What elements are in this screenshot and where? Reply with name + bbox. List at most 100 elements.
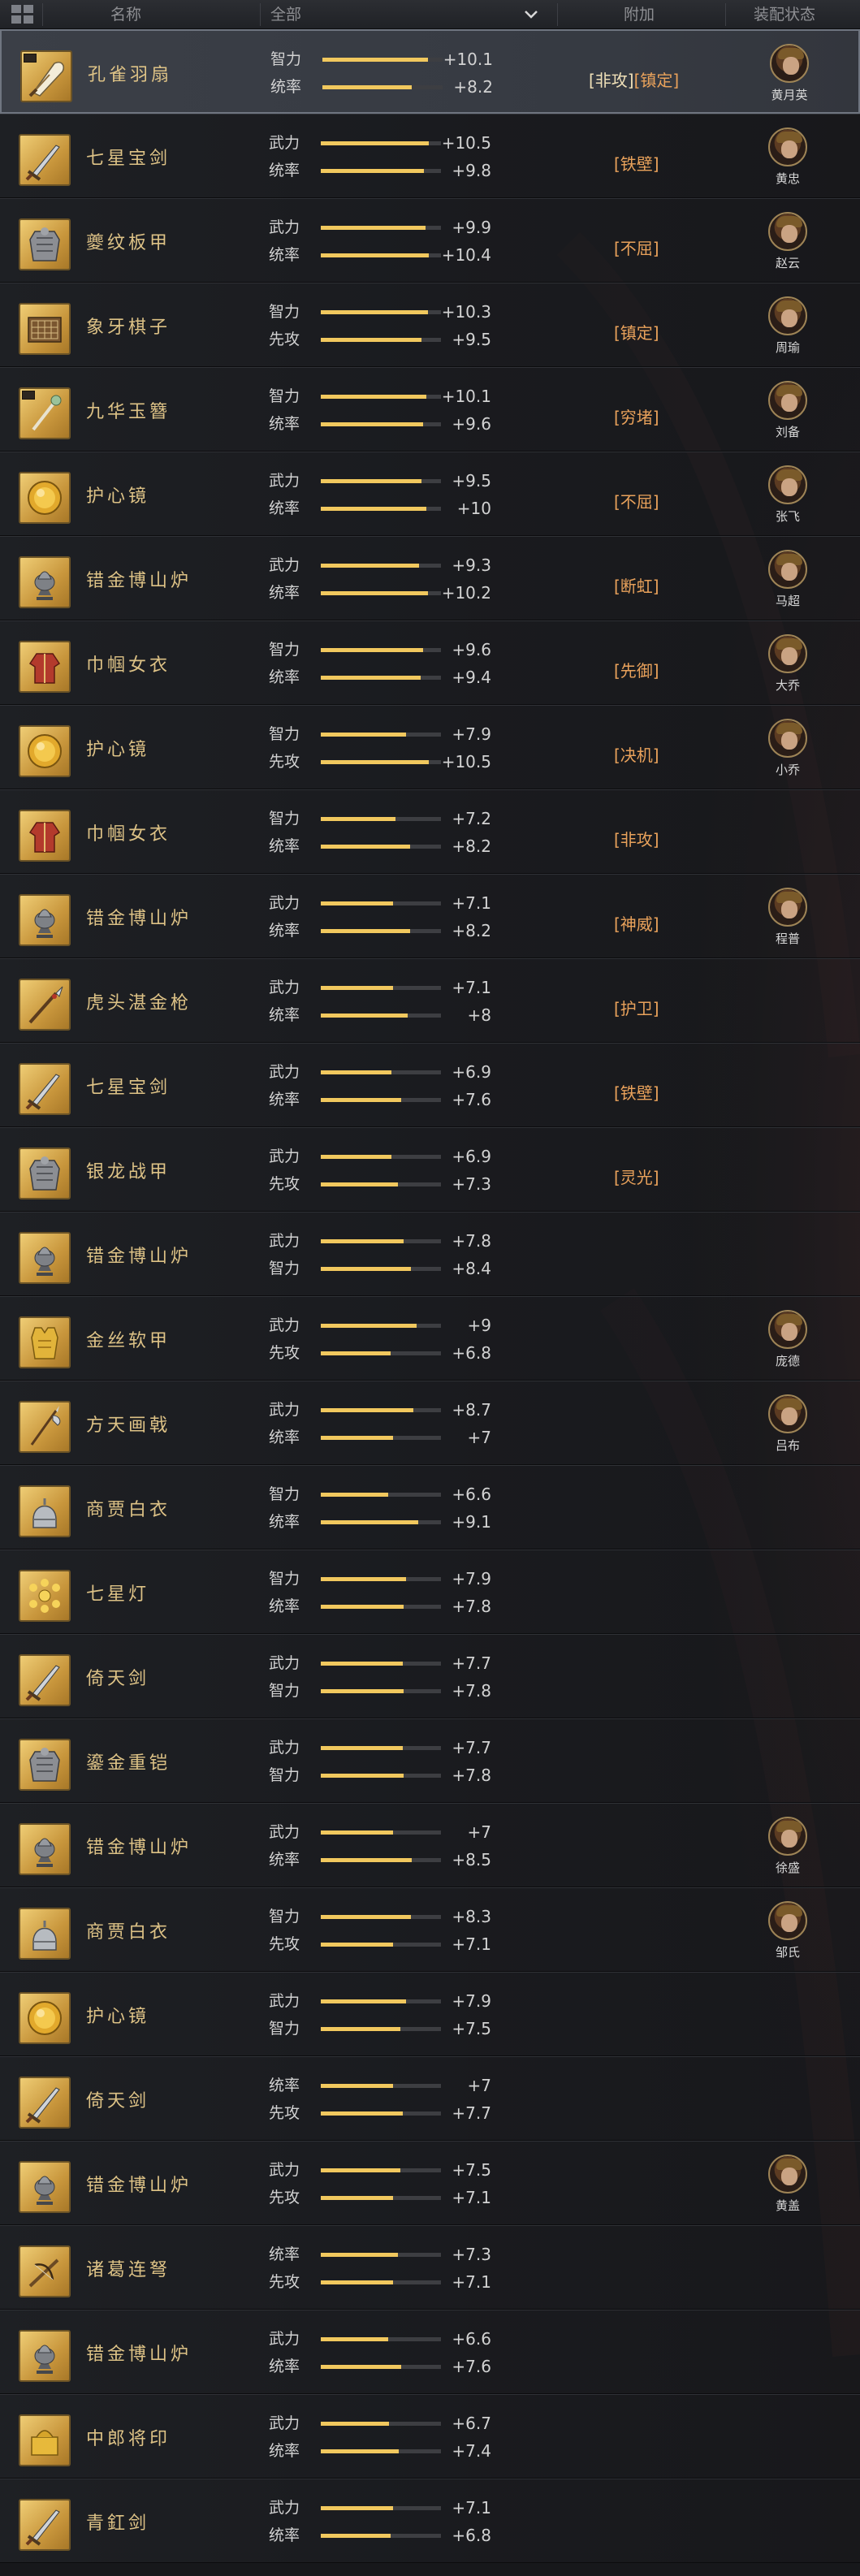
equipment-row[interactable]: 孔雀羽扇 智力 +10.1 统率 +8.2 [非攻][镇定] 黄月英	[0, 29, 860, 114]
equipment-row[interactable]: 商贾白衣 智力 +6.6 统率 +9.1	[0, 1465, 860, 1549]
equipment-row[interactable]: 倚天剑 武力 +7.7 智力 +7.8	[0, 1634, 860, 1718]
stat-value: +9.6	[452, 414, 491, 434]
stat-bar-fill	[321, 817, 395, 821]
stat-line: 统率 +8	[269, 1001, 512, 1029]
stat-value: +10.2	[441, 583, 491, 603]
equipment-row[interactable]: 虎头湛金枪 武力 +7.1 统率 +8 [护卫]	[0, 958, 860, 1043]
equipment-row[interactable]: 错金博山炉 武力 +7 统率 +8.5 徐盛	[0, 1803, 860, 1887]
chevron-down-icon[interactable]	[523, 7, 539, 22]
equipped-general[interactable]: 赵云	[765, 210, 810, 274]
equipment-row[interactable]: 护心镜 武力 +9.5 统率 +10 [不屈] 张飞	[0, 452, 860, 536]
stat-bar-fill	[321, 2506, 393, 2510]
equipment-row[interactable]: 中郎将印 武力 +6.7 统率 +7.4	[0, 2394, 860, 2479]
name-column-header[interactable]: 名称	[110, 0, 141, 29]
equipment-row[interactable]: 商贾白衣 智力 +8.3 先攻 +7.1 邹氏	[0, 1887, 860, 1972]
stat-line: 智力 +7.2	[269, 805, 512, 832]
stat-bar-fill	[321, 1774, 404, 1778]
equipped-general[interactable]: 黄盖	[765, 2153, 810, 2216]
extra-tag: [先御]	[614, 661, 659, 681]
equipment-row[interactable]: 错金博山炉 武力 +9.3 统率 +10.2 [断虹] 马超	[0, 536, 860, 620]
item-name: 错金博山炉	[86, 1838, 192, 1858]
stat-bar-fill	[321, 1408, 413, 1412]
stat-label: 统率	[269, 1006, 300, 1024]
equipment-row[interactable]: 巾帼女衣 智力 +7.2 统率 +8.2 [非攻]	[0, 789, 860, 874]
stat-value: +8.4	[452, 1259, 491, 1278]
stat-label: 武力	[269, 1823, 300, 1841]
stat-line: 先攻 +7.1	[269, 1930, 512, 1958]
stat-label: 智力	[269, 1908, 300, 1926]
equipped-general[interactable]: 邹氏	[765, 1900, 810, 1963]
stat-value: +6.8	[452, 1343, 491, 1363]
equipment-row[interactable]: 诸葛连弩 统率 +7.3 先攻 +7.1	[0, 2225, 860, 2310]
equipment-row[interactable]: 青釭剑 武力 +7.1 统率 +6.8	[0, 2479, 860, 2563]
equipment-row[interactable]: 七星灯 智力 +7.9 统率 +7.8	[0, 1549, 860, 1634]
robe-icon	[19, 810, 71, 862]
stat-bar-fill	[321, 1943, 393, 1947]
stat-bar	[321, 2449, 441, 2453]
equipment-row[interactable]: 七星宝剑 武力 +10.5 统率 +9.8 [铁壁] 黄忠	[0, 114, 860, 198]
equipment-row[interactable]: 方天画戟 武力 +8.7 统率 +7 吕布	[0, 1381, 860, 1465]
equipped-general[interactable]: 黄月英	[767, 42, 812, 106]
equipment-row[interactable]: 夔纹板甲 武力 +9.9 统率 +10.4 [不屈] 赵云	[0, 198, 860, 283]
extra-column-header: 附加	[624, 6, 655, 24]
extra-bonus: [铁壁]	[614, 1081, 659, 1105]
equipped-general[interactable]: 刘备	[765, 379, 810, 443]
equipment-row[interactable]: 护心镜 武力 +7.9 智力 +7.5	[0, 1972, 860, 2056]
equipment-row[interactable]: 巾帼女衣 智力 +9.6 统率 +9.4 [先御] 大乔	[0, 620, 860, 705]
avatar	[768, 1817, 807, 1856]
equipped-general[interactable]: 马超	[765, 548, 810, 612]
stat-label: 统率	[269, 2245, 300, 2263]
helmet-icon	[19, 1908, 71, 1960]
stat-label: 统率	[269, 162, 300, 179]
stat-bar-fill	[321, 676, 421, 680]
equipment-row[interactable]: 错金博山炉 武力 +7.1 统率 +8.2 [神威] 程普	[0, 874, 860, 958]
vest-icon	[19, 1316, 71, 1368]
equipped-general[interactable]: 程普	[765, 886, 810, 949]
item-name: 错金博山炉	[86, 1247, 192, 1267]
stat-line: 武力 +7	[269, 1818, 512, 1846]
equipped-general[interactable]: 周瑜	[765, 295, 810, 358]
stat-line: 智力 +8.3	[269, 1903, 512, 1930]
grid-icon[interactable]	[11, 5, 34, 24]
extra-bonus: [先御]	[614, 659, 659, 683]
equipped-general[interactable]: 黄忠	[765, 126, 810, 189]
board-icon	[19, 303, 71, 355]
stat-bar-fill	[321, 1830, 393, 1835]
equipment-row[interactable]: 鎏金重铠 武力 +7.7 智力 +7.8	[0, 1718, 860, 1803]
avatar	[768, 888, 807, 927]
crossbow-icon	[19, 2245, 71, 2297]
avatar	[768, 634, 807, 673]
stat-bar	[321, 1182, 441, 1186]
equipment-row[interactable]: 错金博山炉 武力 +7.5 先攻 +7.1 黄盖	[0, 2141, 860, 2225]
stat-line: 智力 +9.6	[269, 636, 512, 663]
equipment-row[interactable]: 错金博山炉 武力 +7.8 智力 +8.4	[0, 1212, 860, 1296]
equipped-general[interactable]: 小乔	[765, 717, 810, 780]
equipment-row[interactable]: 护心镜 智力 +7.9 先攻 +10.5 [决机] 小乔	[0, 705, 860, 789]
equipment-row[interactable]: 象牙棋子 智力 +10.3 先攻 +9.5 [镇定] 周瑜	[0, 283, 860, 367]
equipment-row[interactable]: 七星宝剑 武力 +6.9 统率 +7.6 [铁壁]	[0, 1043, 860, 1127]
stat-bar-fill	[321, 1155, 391, 1159]
stat-bar	[321, 817, 441, 821]
stat-label: 智力	[269, 1682, 300, 1700]
filter-dropdown[interactable]: 全部	[270, 0, 301, 29]
equipped-general[interactable]: 吕布	[765, 1393, 810, 1456]
stat-value: +8.5	[452, 1850, 491, 1869]
item-name: 错金博山炉	[86, 571, 192, 591]
equipped-general[interactable]: 张飞	[765, 464, 810, 527]
equipped-general[interactable]: 徐盛	[765, 1815, 810, 1878]
equipment-row[interactable]: 倚天剑 统率 +7 先攻 +7.7	[0, 2056, 860, 2141]
equipped-general[interactable]: 庞德	[765, 1308, 810, 1372]
equipment-row[interactable]: 错金博山炉 武力 +6.6 统率 +7.6	[0, 2310, 860, 2394]
stat-bar	[321, 2027, 441, 2031]
equipment-row[interactable]: 银龙战甲 武力 +6.9 先攻 +7.3 [灵光]	[0, 1127, 860, 1212]
equipment-row[interactable]: 金丝软甲 武力 +9 先攻 +6.8 庞德	[0, 1296, 860, 1381]
item-name: 倚天剑	[86, 2091, 150, 2111]
equipped-general[interactable]: 大乔	[765, 633, 810, 696]
equipment-row[interactable]: 九华玉簪 智力 +10.1 统率 +9.6 [穷堵] 刘备	[0, 367, 860, 452]
item-name: 诸葛连弩	[86, 2260, 171, 2280]
stat-bar-fill	[321, 1689, 404, 1693]
stat-value: +7.9	[452, 1991, 491, 2011]
list-header: 名称 全部 附加 装配状态	[0, 0, 860, 29]
stat-value: +7.9	[452, 1569, 491, 1588]
stat-bar-fill	[321, 760, 429, 764]
